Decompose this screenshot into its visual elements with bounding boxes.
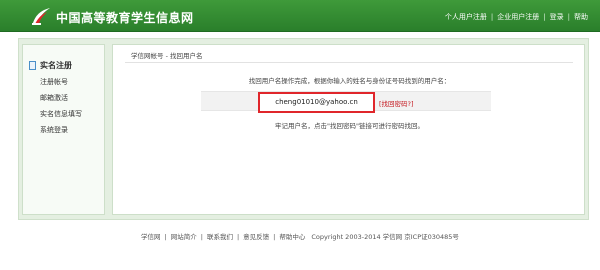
logo-icon <box>32 8 50 25</box>
sidebar-item-email-activation[interactable]: 邮箱激活 <box>40 93 68 103</box>
nav-company-register-link[interactable]: 企业用户注册 <box>497 13 539 21</box>
sidebar-item-register-account[interactable]: 注册帐号 <box>40 77 68 87</box>
nav-help-link[interactable]: 帮助 <box>574 13 588 21</box>
nav-separator: | <box>490 13 494 21</box>
footer-separator: | <box>164 233 167 241</box>
sidebar-item-real-name-info[interactable]: 实名信息填写 <box>40 109 82 119</box>
nav-personal-register-link[interactable]: 个人用户注册 <box>445 13 487 21</box>
nav-separator: | <box>567 13 570 21</box>
result-row: cheng01010@yahoo.cn [找回密码?] <box>201 91 491 113</box>
sidebar-title-label: 实名注册 <box>40 61 72 70</box>
sidebar: 实名注册 注册帐号 邮箱激活 实名信息填写 系统登录 <box>22 44 105 215</box>
footer-link-help[interactable]: 帮助中心 <box>279 233 305 241</box>
main-panel: 学信网帐号 - 找回用户名 找回用户名操作完成，根据你输入的姓名与身份证号码找到… <box>112 44 585 215</box>
retrieve-password-link[interactable]: [找回密码?] <box>379 98 414 108</box>
nav-login-link[interactable]: 登录 <box>550 13 564 21</box>
footer-link-chsi[interactable]: 学信网 <box>141 233 161 241</box>
footer-link-about[interactable]: 网站简介 <box>171 233 197 241</box>
footer-separator: | <box>273 233 276 241</box>
breadcrumb: 学信网帐号 - 找回用户名 <box>131 52 203 60</box>
footer-link-feedback[interactable]: 意见反馈 <box>243 233 269 241</box>
footer: 学信网 | 网站简介 | 联系我们 | 意见反馈 | 帮助中心 Copyright 2003-20… <box>0 231 600 241</box>
top-nav: 个人用户注册 | 企业用户注册 | 登录 | 帮助 <box>445 12 588 22</box>
nav-separator: | <box>543 13 546 21</box>
site-header: 中国高等教育学生信息网 个人用户注册 | 企业用户注册 | 登录 | 帮助 <box>0 0 600 32</box>
username-value: cheng01010@yahoo.cn <box>258 92 375 113</box>
site-title: 中国高等教育学生信息网 <box>56 11 194 25</box>
copyright-text: Copyright 2003-2014 学信网 京ICP证030485号 <box>311 233 459 241</box>
sidebar-item-system-login[interactable]: 系统登录 <box>40 125 68 135</box>
footer-link-contact[interactable]: 联系我们 <box>207 233 233 241</box>
document-icon <box>29 61 36 70</box>
reminder-note: 牢记用户名，点击"找回密码"链接可进行密码找回。 <box>275 122 424 130</box>
divider <box>125 62 573 63</box>
footer-separator: | <box>236 233 240 241</box>
result-message: 找回用户名操作完成，根据你输入的姓名与身份证号码找到的用户名： <box>248 77 451 85</box>
footer-separator: | <box>200 233 203 241</box>
sidebar-title: 实名注册 <box>29 60 72 71</box>
